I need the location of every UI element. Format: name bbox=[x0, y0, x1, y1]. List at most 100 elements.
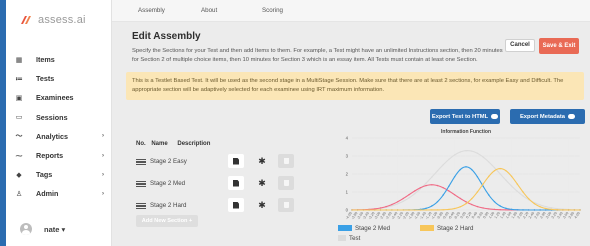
section-row: Stage 2 Hard ✱ bbox=[136, 198, 326, 214]
chevron-right-icon: › bbox=[102, 171, 104, 178]
data-point bbox=[436, 201, 439, 203]
sidebar-item-tests[interactable]: ≔ Tests bbox=[6, 69, 112, 88]
data-point bbox=[408, 209, 410, 211]
cancel-button[interactable]: Cancel bbox=[505, 39, 535, 52]
tab-scoring[interactable]: Scoring bbox=[262, 7, 283, 14]
edit-items-button[interactable] bbox=[228, 154, 244, 168]
trend-icon: 〜 bbox=[15, 133, 23, 141]
brand-logo[interactable]: assess.ai bbox=[20, 14, 86, 26]
cloud-upload-icon bbox=[568, 114, 576, 119]
x-tick-label: 4.00 bbox=[574, 211, 581, 219]
data-point bbox=[436, 184, 439, 187]
data-point bbox=[431, 184, 433, 186]
save-exit-button[interactable]: Save & Exit bbox=[539, 38, 579, 54]
trash-icon bbox=[283, 158, 289, 164]
y-tick-label: 2 bbox=[346, 172, 349, 177]
data-point bbox=[510, 208, 513, 211]
data-point bbox=[357, 209, 359, 211]
data-point bbox=[556, 209, 558, 211]
data-point bbox=[522, 209, 524, 211]
delete-button[interactable] bbox=[278, 198, 294, 212]
trash-icon bbox=[283, 202, 289, 208]
edit-items-button[interactable] bbox=[228, 176, 244, 190]
data-point bbox=[476, 152, 479, 154]
data-point bbox=[396, 209, 399, 211]
data-point bbox=[493, 169, 496, 172]
data-point bbox=[505, 207, 507, 210]
data-point bbox=[488, 194, 490, 196]
document-icon bbox=[233, 157, 239, 165]
legend-label: Test bbox=[349, 235, 361, 242]
data-point bbox=[453, 176, 456, 178]
data-point bbox=[505, 169, 507, 172]
drag-handle-icon[interactable] bbox=[136, 181, 146, 187]
edit-items-button[interactable] bbox=[228, 198, 244, 212]
chevron-right-icon: › bbox=[102, 152, 104, 159]
y-tick-label: 1 bbox=[346, 190, 349, 195]
sidebar-item-sessions[interactable]: ▭ Sessions bbox=[6, 108, 112, 127]
data-point bbox=[493, 167, 496, 169]
settings-button[interactable]: ✱ bbox=[254, 198, 270, 212]
data-point bbox=[414, 193, 416, 195]
data-point bbox=[579, 209, 581, 211]
user-menu[interactable]: nate ▾ bbox=[20, 223, 65, 235]
sidebar-item-examinees[interactable]: ▣ Examinees bbox=[6, 88, 112, 107]
sidebar-item-tags[interactable]: ◆ Tags › bbox=[6, 165, 112, 184]
data-point bbox=[436, 170, 439, 172]
data-point bbox=[499, 205, 501, 207]
tab-assembly[interactable]: Assembly bbox=[138, 7, 165, 14]
settings-button[interactable]: ✱ bbox=[254, 154, 270, 168]
drag-handle-icon[interactable] bbox=[136, 159, 146, 165]
delete-button[interactable] bbox=[278, 176, 294, 190]
settings-button[interactable]: ✱ bbox=[254, 176, 270, 190]
data-point bbox=[379, 207, 382, 209]
sidebar-item-label: Items bbox=[36, 55, 55, 65]
data-point bbox=[442, 194, 444, 196]
legend-swatch bbox=[420, 225, 434, 231]
data-point bbox=[505, 209, 507, 211]
col-description: Description bbox=[177, 141, 211, 147]
sidebar-item-label: Tags bbox=[36, 170, 53, 180]
data-point bbox=[368, 209, 370, 211]
data-point bbox=[459, 197, 461, 200]
sidebar-item-admin[interactable]: ♙ Admin › bbox=[6, 184, 112, 203]
gear-icon: ✱ bbox=[258, 199, 266, 210]
data-point bbox=[431, 209, 433, 211]
sidebar-item-analytics[interactable]: 〜 Analytics › bbox=[6, 127, 112, 146]
data-point bbox=[488, 161, 490, 163]
data-point bbox=[528, 198, 530, 200]
tab-about[interactable]: About bbox=[201, 7, 217, 14]
drag-handle-icon[interactable] bbox=[136, 203, 146, 209]
data-point bbox=[499, 167, 501, 170]
export-metadata-button[interactable]: Export Metadata bbox=[510, 109, 585, 124]
sidebar-item-reports[interactable]: ⁓ Reports › bbox=[6, 146, 112, 165]
data-point bbox=[408, 194, 410, 196]
sidebar-item-items[interactable]: ▦ Items bbox=[6, 50, 112, 69]
data-point bbox=[482, 207, 484, 209]
user-name: nate ▾ bbox=[44, 224, 66, 234]
admin-icon: ♙ bbox=[15, 190, 23, 198]
page-title: Edit Assembly bbox=[132, 31, 201, 42]
sections-table-header: No. Name Description bbox=[136, 141, 210, 147]
col-name: Name bbox=[151, 141, 168, 147]
export-html-button[interactable]: Export Test to HTML bbox=[430, 109, 500, 124]
section-name: Stage 2 Med bbox=[150, 180, 186, 187]
data-point bbox=[516, 183, 518, 185]
col-no: No. bbox=[136, 141, 146, 147]
data-point bbox=[539, 206, 541, 208]
legend-label: Stage 2 Hard bbox=[437, 225, 474, 232]
chevron-right-icon: › bbox=[102, 133, 104, 140]
add-section-button[interactable]: Add New Section + bbox=[136, 215, 198, 227]
report-icon: ⁓ bbox=[15, 152, 23, 160]
data-point bbox=[471, 198, 473, 200]
page-description: Specify the Sections for your Test and t… bbox=[132, 48, 503, 63]
delete-button[interactable] bbox=[278, 154, 294, 168]
sidebar-item-label: Sessions bbox=[36, 112, 68, 122]
sidebar-item-label: Reports bbox=[36, 151, 64, 161]
data-point bbox=[414, 190, 416, 192]
data-point bbox=[419, 187, 422, 189]
data-point bbox=[385, 209, 387, 211]
data-point bbox=[431, 205, 433, 207]
data-point bbox=[488, 175, 490, 178]
section-name: Stage 2 Hard bbox=[150, 202, 187, 209]
